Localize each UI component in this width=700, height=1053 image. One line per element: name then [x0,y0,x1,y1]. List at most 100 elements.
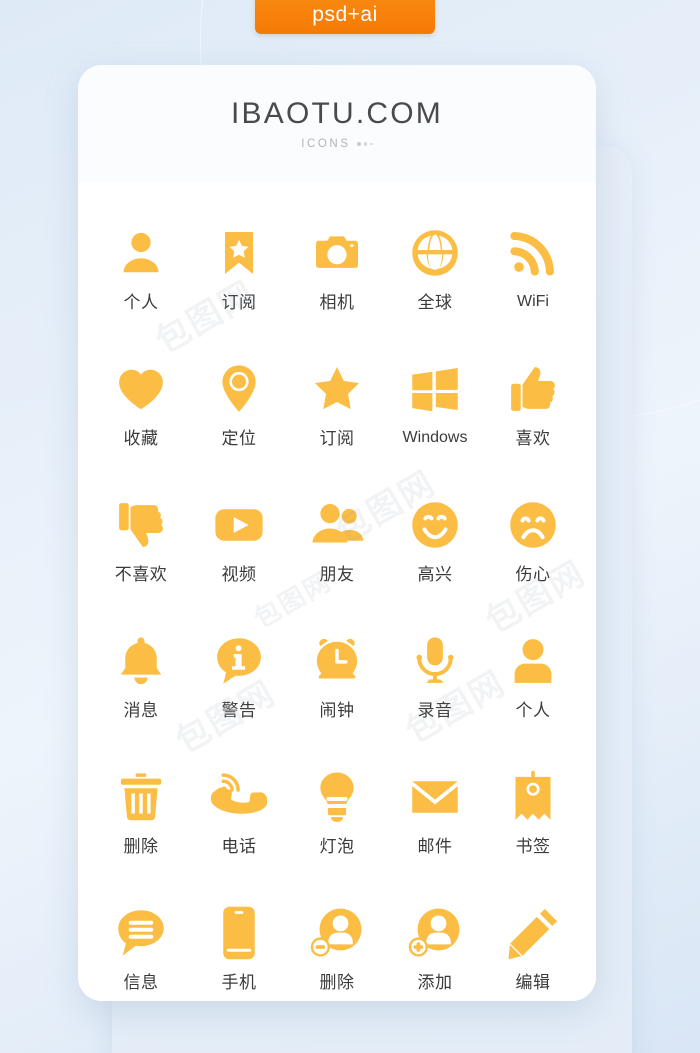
star-icon [306,358,368,420]
icon-label: 书签 [515,837,551,856]
envelope-icon [404,766,466,828]
heart-icon [110,358,172,420]
icon-cell[interactable]: 添加 [386,902,484,1001]
avatar-icon [502,630,564,692]
icon-cell[interactable]: 书签 [484,766,582,876]
icon-label: 定位 [221,429,257,448]
icon-label: 删除 [319,973,355,992]
chat-bubble-icon [110,902,172,964]
icon-label: 伤心 [515,565,551,584]
user-plus-icon [404,902,466,964]
globe-icon [404,222,466,284]
icon-label: 订阅 [319,429,355,448]
icon-label: 信息 [123,973,159,992]
alarm-clock-icon [306,630,368,692]
wifi-signal-icon [502,222,564,284]
psd-ai-badge: psd+ai [255,0,435,34]
icon-label: 手机 [221,973,257,992]
icon-cell[interactable]: 信息 [92,902,190,1001]
icon-label: 编辑 [515,973,551,992]
icon-cell[interactable]: 朋友 [288,494,386,604]
sad-face-icon [502,494,564,556]
bookmark-star-icon [208,222,270,284]
bell-icon [110,630,172,692]
windows-logo-icon [404,358,466,420]
icon-cell[interactable]: 个人 [484,630,582,740]
icon-label: WiFi [517,293,549,310]
thumbs-down-icon [110,494,172,556]
icon-cell[interactable]: 个人 [92,222,190,332]
page-title: IBAOTU.COM [230,97,443,130]
icon-label: 闹钟 [319,701,355,720]
icon-label: 添加 [417,973,453,992]
subtitle-dots-icon [356,142,373,146]
icon-label: Windows [402,429,468,446]
info-bubble-icon [208,630,270,692]
icon-label: 灯泡 [319,837,355,856]
icon-cell[interactable]: 删除 [92,766,190,876]
icon-grid-body: 个人 订阅 相机 全球 WiFi 收藏 定位 订阅 Windows 喜欢 不喜欢 视频 朋友 高兴 伤心 消息… [78,182,596,1001]
icon-cell[interactable]: 编辑 [484,902,582,1001]
icon-label: 订阅 [221,293,257,312]
pencil-icon [502,902,564,964]
icon-label: 高兴 [417,565,453,584]
icon-cell[interactable]: 订阅 [288,358,386,468]
card-header: IBAOTU.COM ICONS [78,65,596,182]
icon-label: 删除 [123,837,159,856]
mobile-phone-icon [208,902,270,964]
icon-label: 消息 [123,701,159,720]
icon-cell[interactable]: WiFi [484,222,582,332]
icon-cell[interactable]: 灯泡 [288,766,386,876]
lightbulb-icon [306,766,368,828]
icon-label: 个人 [123,293,159,312]
icon-cell[interactable]: 定位 [190,358,288,468]
icon-cell[interactable]: 全球 [386,222,484,332]
tag-bookmark-icon [502,766,564,828]
icon-cell[interactable]: 收藏 [92,358,190,468]
icon-cell[interactable]: 邮件 [386,766,484,876]
icon-cell[interactable]: 警告 [190,630,288,740]
icon-label: 不喜欢 [114,565,168,584]
icon-cell[interactable]: 伤心 [484,494,582,604]
trash-icon [110,766,172,828]
icon-label: 喜欢 [515,429,551,448]
icon-cell[interactable]: 不喜欢 [92,494,190,604]
thumbs-up-icon [502,358,564,420]
icon-cell[interactable]: 手机 [190,902,288,1001]
microphone-icon [404,630,466,692]
person-icon [110,222,172,284]
icon-label: 电话 [221,837,257,856]
icon-label: 收藏 [123,429,159,448]
map-pin-icon [208,358,270,420]
page-subtitle-label: ICONS [301,138,351,150]
icon-cell[interactable]: 喜欢 [484,358,582,468]
icon-label: 警告 [221,701,257,720]
icon-label: 视频 [221,565,257,584]
icon-label: 个人 [515,701,551,720]
icon-cell[interactable]: 录音 [386,630,484,740]
icon-cell[interactable]: 订阅 [190,222,288,332]
icon-cell[interactable]: 电话 [190,766,288,876]
icon-label: 录音 [417,701,453,720]
psd-ai-badge-label: psd+ai [312,3,378,26]
icon-cell[interactable]: 高兴 [386,494,484,604]
icon-label: 朋友 [319,565,355,584]
icon-cell[interactable]: 视频 [190,494,288,604]
icon-cell[interactable]: 闹钟 [288,630,386,740]
friends-icon [306,494,368,556]
icon-cell[interactable]: 删除 [288,902,386,1001]
page-subtitle: ICONS [301,138,373,150]
icon-set-card: IBAOTU.COM ICONS 个人 订阅 相机 全球 WiFi 收藏 定位 订阅 Windo… [78,65,596,1001]
happy-face-icon [404,494,466,556]
icon-grid: 个人 订阅 相机 全球 WiFi 收藏 定位 订阅 Windows 喜欢 不喜欢 视频 朋友 高兴 伤心 消息… [92,222,582,1001]
icon-cell[interactable]: 消息 [92,630,190,740]
icon-label: 相机 [319,293,355,312]
user-minus-icon [306,902,368,964]
icon-cell[interactable]: 相机 [288,222,386,332]
icon-cell[interactable]: Windows [386,358,484,468]
icon-label: 邮件 [417,837,453,856]
ringing-phone-icon [208,766,270,828]
icon-label: 全球 [417,293,453,312]
video-play-icon [208,494,270,556]
camera-icon [306,222,368,284]
